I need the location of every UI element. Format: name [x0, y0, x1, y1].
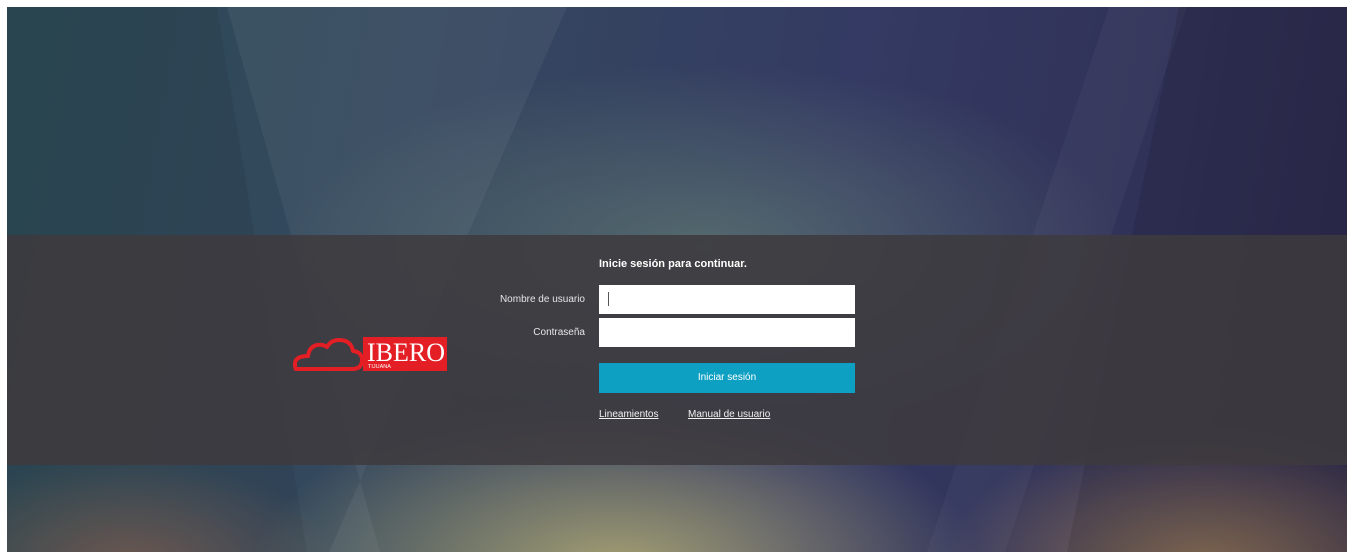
logo-wordmark: IBERO: [367, 338, 445, 367]
password-label: Contraseña: [533, 327, 585, 338]
username-input[interactable]: [599, 285, 855, 314]
password-input[interactable]: [599, 318, 855, 347]
login-panel: IBERO TIJUANA Inicie sesión para continu…: [7, 235, 1347, 465]
cloud-icon: [293, 338, 364, 371]
login-title: Inicie sesión para continuar.: [599, 258, 747, 270]
guidelines-link[interactable]: Lineamientos: [599, 409, 658, 420]
logo-subtext: TIJUANA: [368, 364, 391, 370]
user-manual-link[interactable]: Manual de usuario: [688, 409, 770, 420]
login-button[interactable]: Iniciar sesión: [599, 363, 855, 393]
text-cursor: [608, 292, 609, 306]
ibero-logo: IBERO TIJUANA: [290, 332, 450, 374]
background-stage: IBERO TIJUANA Inicie sesión para continu…: [7, 7, 1347, 552]
username-label: Nombre de usuario: [499, 294, 585, 305]
